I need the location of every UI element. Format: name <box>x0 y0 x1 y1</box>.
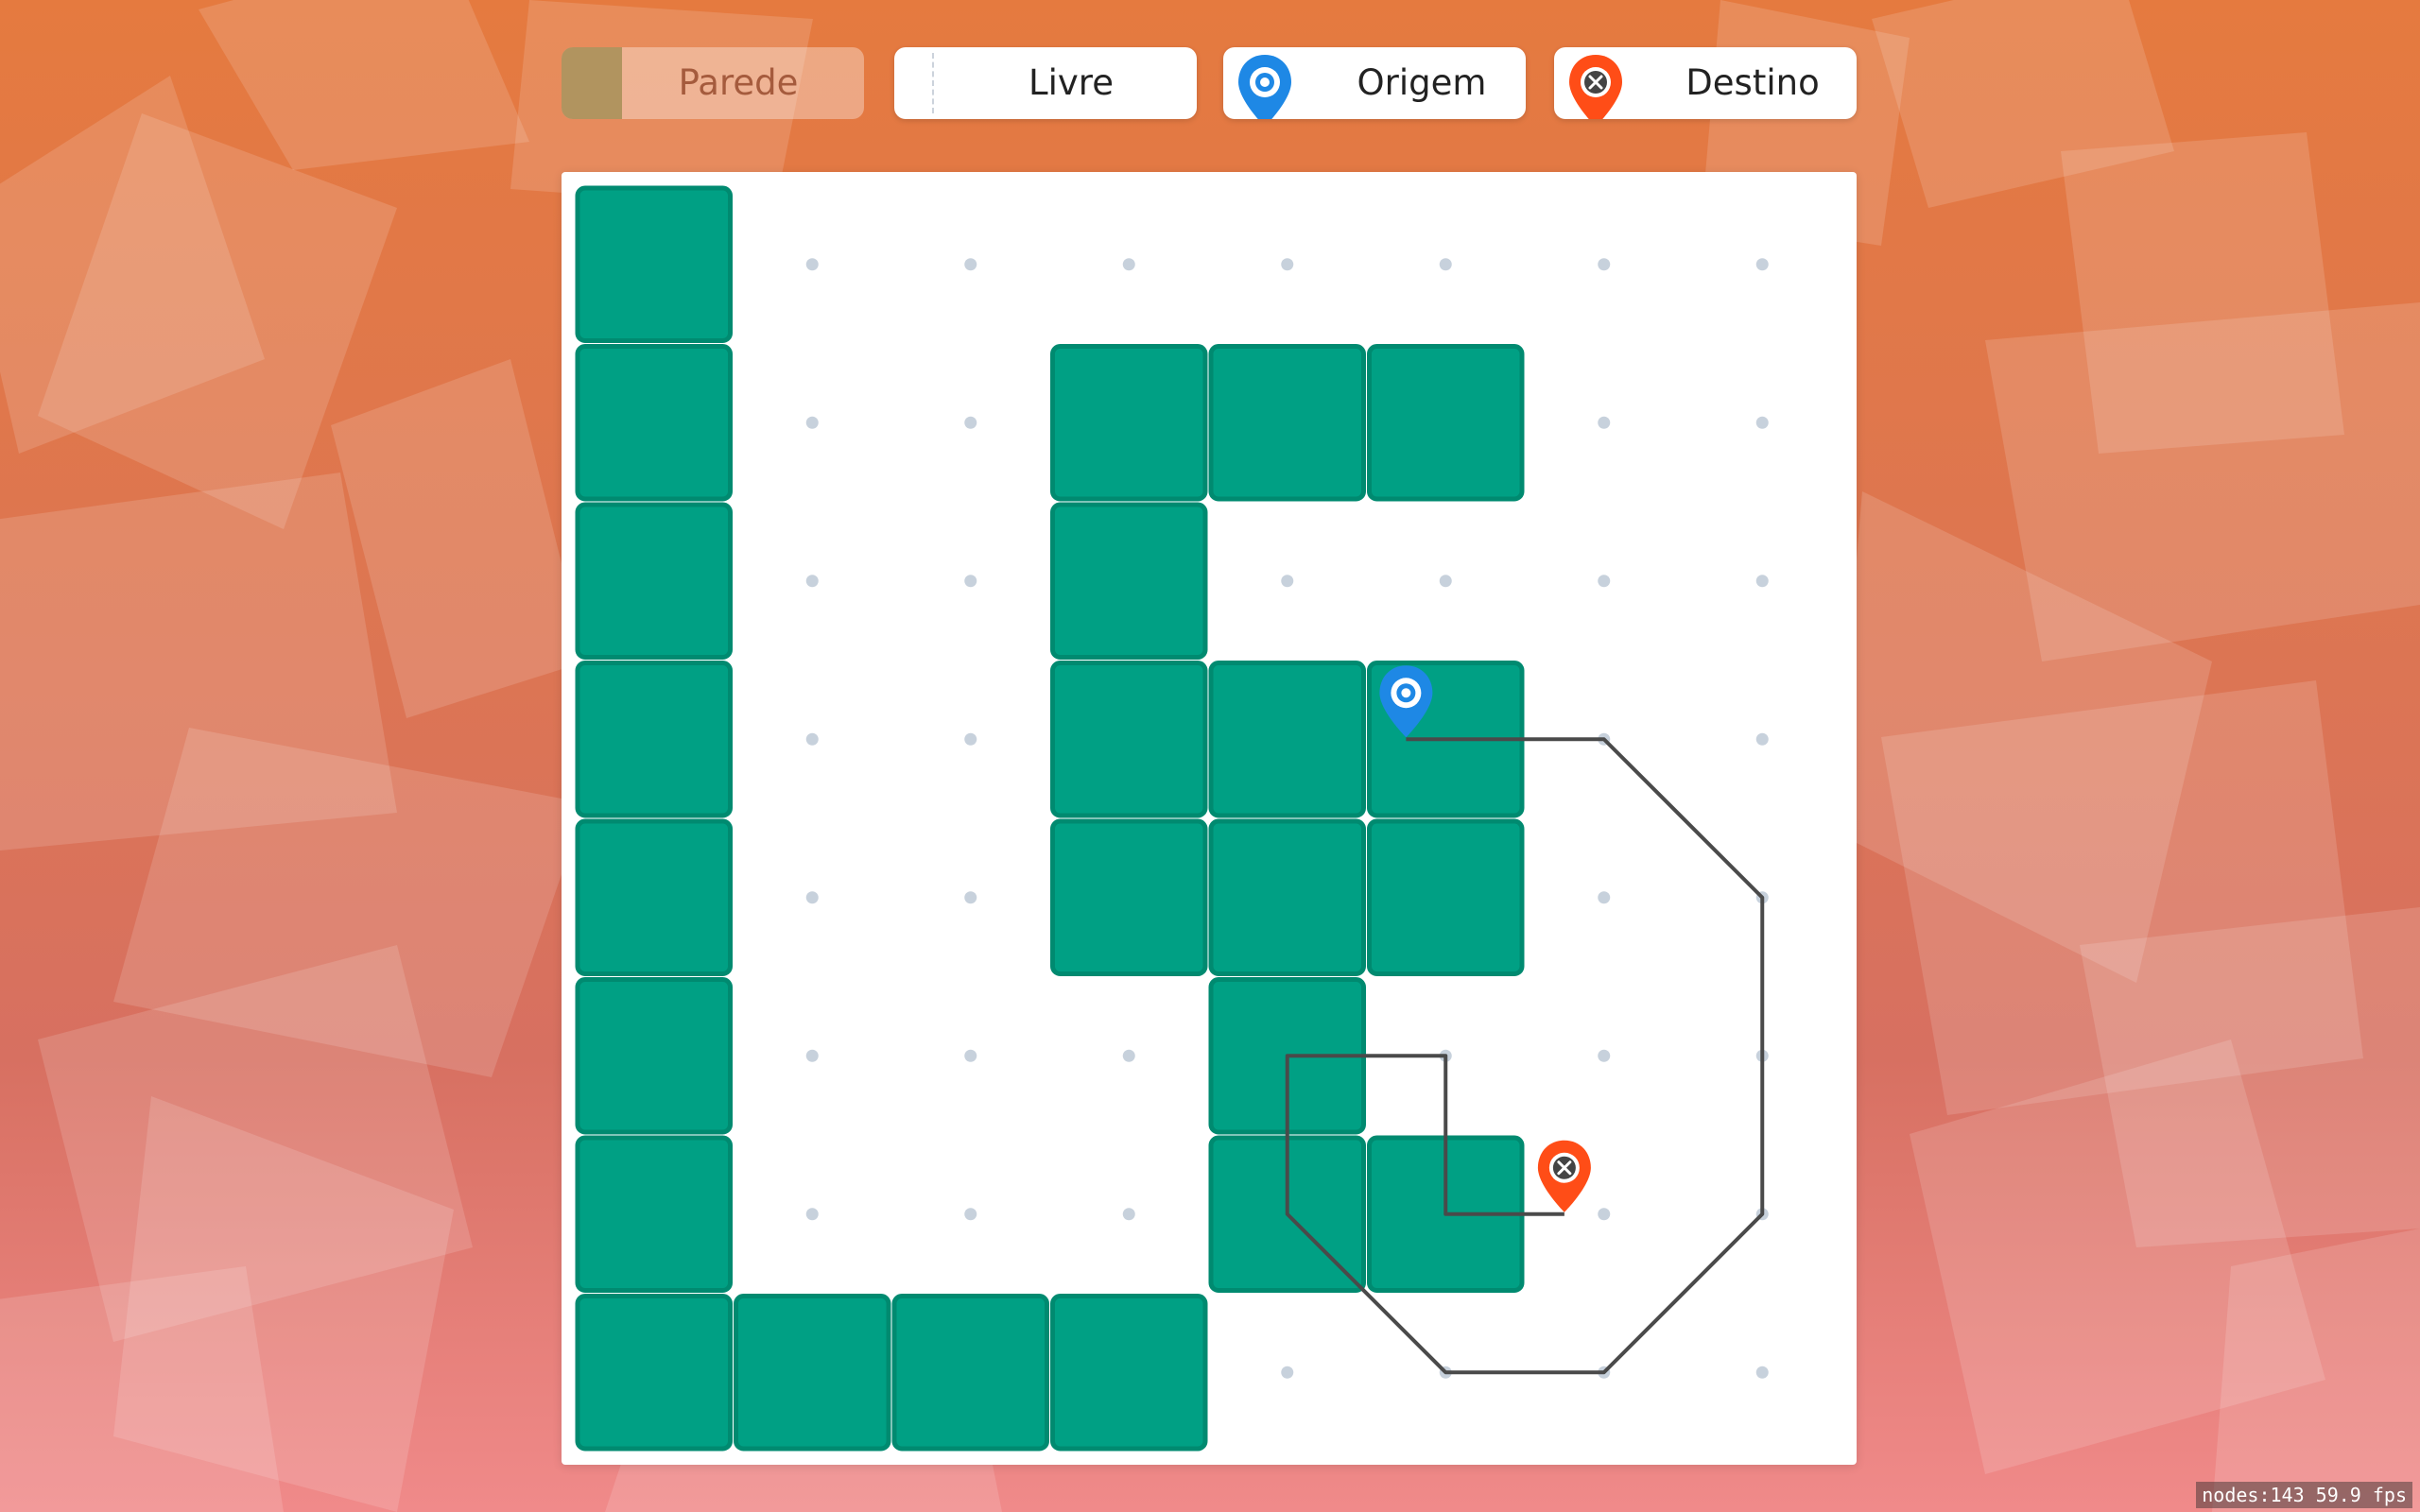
wall-cell[interactable] <box>1050 502 1208 660</box>
wall-cell[interactable] <box>1367 344 1525 502</box>
grid-cell-dot[interactable] <box>1755 416 1769 429</box>
wall-cell[interactable] <box>734 1294 891 1452</box>
pathfinding-grid[interactable] <box>562 172 1857 1465</box>
grid-cell-dot[interactable] <box>1598 416 1611 429</box>
tool-origin-label: Origem <box>1357 62 1487 103</box>
origin-pin-icon <box>1238 55 1291 119</box>
grid-cell-dot[interactable] <box>964 575 977 588</box>
wall-cell[interactable] <box>1050 818 1208 976</box>
wall-cell[interactable] <box>575 661 733 818</box>
wall-cell[interactable] <box>1208 344 1366 502</box>
grid-cell-dot[interactable] <box>805 575 819 588</box>
grid-cell-dot[interactable] <box>964 1208 977 1221</box>
grid-cell-dot[interactable] <box>1281 575 1294 588</box>
wall-cell[interactable] <box>575 344 733 502</box>
grid-cell-dot[interactable] <box>1122 258 1135 271</box>
wall-cell[interactable] <box>575 977 733 1135</box>
grid-cell-dot[interactable] <box>805 732 819 746</box>
grid-cell-dot[interactable] <box>805 416 819 429</box>
grid-cell-dot[interactable] <box>805 1208 819 1221</box>
grid-cell-dot[interactable] <box>1598 575 1611 588</box>
tool-destination-label: Destino <box>1685 62 1820 103</box>
wall-cell[interactable] <box>1050 1294 1208 1452</box>
grid-cell-dot[interactable] <box>1122 1208 1135 1221</box>
wall-cell[interactable] <box>575 502 733 660</box>
grid-canvas[interactable] <box>562 172 1857 1465</box>
wall-cell[interactable] <box>1208 661 1366 818</box>
destination-marker[interactable] <box>1537 1140 1591 1212</box>
wall-cell[interactable] <box>575 818 733 976</box>
render-stats: nodes:143 59.9 fps <box>2196 1482 2412 1508</box>
grid-cell-dot[interactable] <box>805 891 819 904</box>
grid-cell-dot[interactable] <box>964 732 977 746</box>
grid-cell-dot[interactable] <box>1598 1049 1611 1062</box>
tool-free-label: Livre <box>1028 62 1114 103</box>
tool-selector: Parede Livre Origem Destino <box>562 47 1857 121</box>
wall-cell[interactable] <box>1367 818 1525 976</box>
wall-cell[interactable] <box>1050 661 1208 818</box>
grid-cell-dot[interactable] <box>1598 258 1611 271</box>
grid-cell-dot[interactable] <box>964 891 977 904</box>
grid-cell-dot[interactable] <box>1755 258 1769 271</box>
grid-cell-dot[interactable] <box>1598 1208 1611 1221</box>
grid-cell-dot[interactable] <box>1755 1366 1769 1379</box>
grid-cell-dot[interactable] <box>1281 258 1294 271</box>
wall-cell[interactable] <box>575 185 733 343</box>
grid-cell-dot[interactable] <box>1122 1049 1135 1062</box>
tool-wall-button[interactable]: Parede <box>562 47 864 119</box>
grid-cell-dot[interactable] <box>805 258 819 271</box>
tool-destination-button[interactable]: Destino <box>1554 47 1857 119</box>
grid-cell-dot[interactable] <box>1598 891 1611 904</box>
grid-cell-dot[interactable] <box>1755 732 1769 746</box>
grid-cell-dot[interactable] <box>964 1049 977 1062</box>
grid-cell-dot[interactable] <box>1439 258 1452 271</box>
wall-swatch-icon <box>562 47 622 119</box>
destination-pin-icon <box>1569 55 1622 119</box>
wall-cell[interactable] <box>575 1135 733 1293</box>
grid-cell-dot[interactable] <box>964 416 977 429</box>
tool-wall-label: Parede <box>678 62 799 103</box>
grid-cell-dot[interactable] <box>1281 1366 1294 1379</box>
wall-cell[interactable] <box>1050 344 1208 502</box>
tool-origin-button[interactable]: Origem <box>1223 47 1526 119</box>
wall-cell[interactable] <box>1208 818 1366 976</box>
wall-cell[interactable] <box>575 1294 733 1452</box>
free-swatch-icon <box>932 53 934 113</box>
grid-cell-dot[interactable] <box>1755 575 1769 588</box>
grid-cell-dot[interactable] <box>964 258 977 271</box>
tool-free-button[interactable]: Livre <box>894 47 1197 119</box>
wall-cell[interactable] <box>891 1294 1049 1452</box>
grid-cell-dot[interactable] <box>805 1049 819 1062</box>
grid-cell-dot[interactable] <box>1439 575 1452 588</box>
